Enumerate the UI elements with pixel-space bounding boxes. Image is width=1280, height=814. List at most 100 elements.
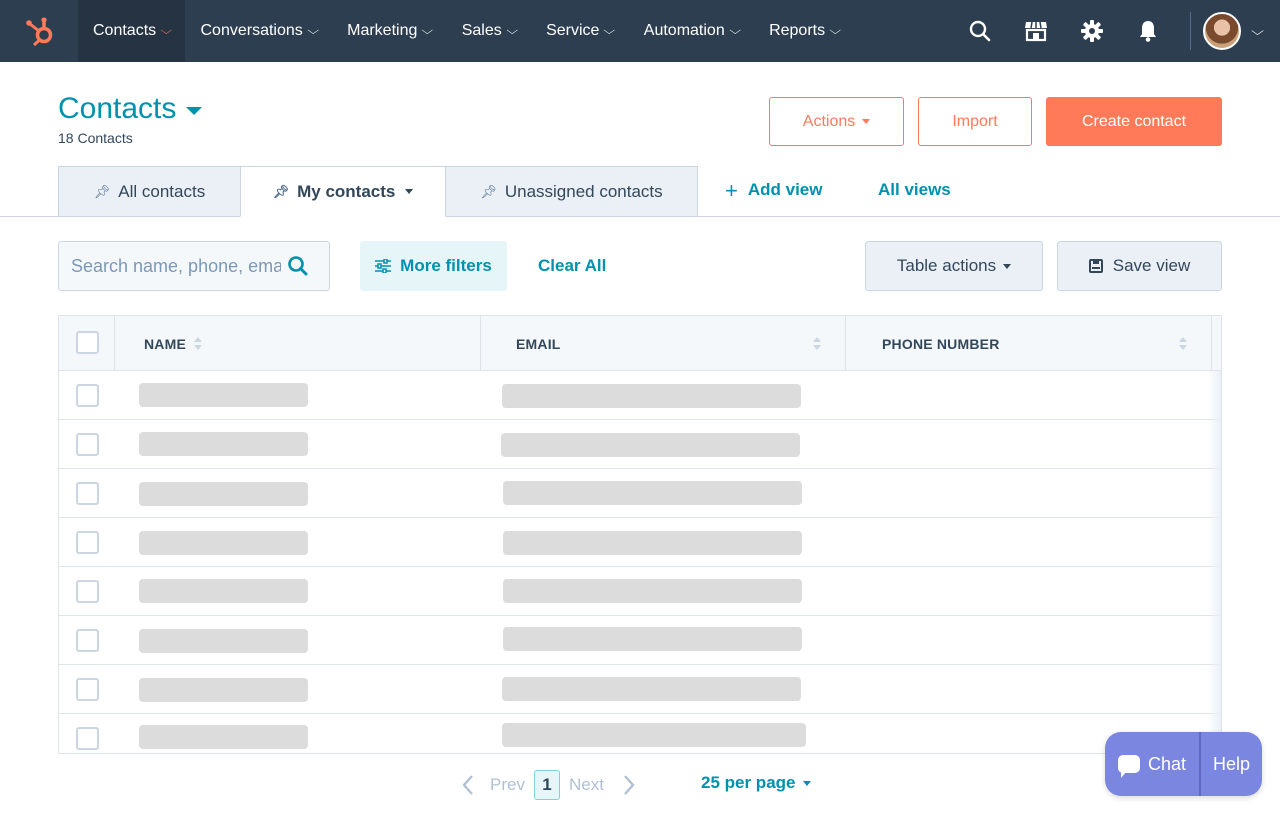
filter-icon xyxy=(375,259,392,273)
email-placeholder xyxy=(503,531,802,555)
column-header-phone-number[interactable]: PHONE NUMBER xyxy=(882,316,1187,371)
notifications-icon[interactable] xyxy=(1120,0,1176,62)
chevron-left-icon[interactable] xyxy=(462,774,474,796)
chevron-down-icon: ⌵ xyxy=(160,24,173,37)
nav-item-service[interactable]: Service ⌵ xyxy=(531,0,629,62)
nav-item-automation[interactable]: Automation ⌵ xyxy=(629,0,754,62)
nav-item-marketing[interactable]: Marketing ⌵ xyxy=(332,0,447,62)
name-placeholder xyxy=(139,531,308,555)
row-checkbox[interactable] xyxy=(76,580,99,603)
all-views-link[interactable]: All views xyxy=(878,180,951,200)
name-placeholder xyxy=(139,432,308,456)
help-button[interactable]: Help xyxy=(1201,732,1262,796)
sort-icon xyxy=(813,337,821,350)
actions-button[interactable]: Actions xyxy=(769,97,904,146)
name-placeholder xyxy=(139,678,308,702)
page-title[interactable]: Contacts xyxy=(58,92,203,126)
table-row xyxy=(59,518,1221,567)
tab-label: My contacts xyxy=(297,181,396,201)
column-header-name[interactable]: NAME xyxy=(144,316,203,371)
email-placeholder xyxy=(503,627,802,651)
tab-my-contacts[interactable]: 📌︎ My contacts xyxy=(240,166,446,217)
chevron-right-icon[interactable] xyxy=(623,774,635,796)
row-checkbox[interactable] xyxy=(76,384,99,407)
row-checkbox[interactable] xyxy=(76,727,99,750)
chat-widget: Chat Help xyxy=(1105,732,1262,796)
chevron-down-icon: ⌵ xyxy=(729,24,741,37)
nav-item-label: Automation xyxy=(643,22,725,39)
nav-item-contacts[interactable]: Contacts ⌵ xyxy=(78,0,186,62)
nav-item-label: Reports xyxy=(769,22,826,39)
caret-down-icon xyxy=(862,119,871,124)
sort-icon xyxy=(1179,337,1187,350)
row-checkbox[interactable] xyxy=(76,531,99,554)
pagination: Prev 1 Next xyxy=(462,770,635,800)
table-row xyxy=(59,714,1221,753)
email-placeholder xyxy=(502,677,801,701)
hubspot-logo-icon[interactable] xyxy=(0,0,78,62)
page-number-button[interactable]: 1 xyxy=(533,770,560,800)
tab-all-contacts[interactable]: 📌︎ All contacts xyxy=(58,166,241,217)
nav-item-label: Conversations xyxy=(200,22,303,39)
chat-label: Chat xyxy=(1147,753,1187,774)
chat-bubble-icon xyxy=(1117,755,1140,778)
table-row xyxy=(59,616,1221,665)
clear-all-link[interactable]: Clear All xyxy=(538,256,606,276)
create-contact-button[interactable]: Create contact xyxy=(1046,97,1222,146)
tab-unassigned-contacts[interactable]: 📌︎ Unassigned contacts xyxy=(445,166,698,217)
more-filters-button[interactable]: More filters xyxy=(360,241,507,291)
chat-button[interactable]: Chat xyxy=(1105,732,1199,796)
name-placeholder xyxy=(139,629,308,653)
column-header-email[interactable]: EMAIL xyxy=(516,316,821,371)
caret-down-icon xyxy=(802,780,811,786)
import-button[interactable]: Import xyxy=(918,97,1032,146)
name-placeholder xyxy=(139,383,308,407)
more-filters-label: More filters xyxy=(400,256,492,275)
table-row xyxy=(59,469,1221,518)
table-actions-button[interactable]: Table actions xyxy=(865,241,1043,291)
help-label: Help xyxy=(1212,753,1251,774)
chevron-down-icon: ⌵ xyxy=(421,24,434,37)
avatar[interactable] xyxy=(1202,12,1241,50)
chevron-down-icon: ⌵ xyxy=(829,24,842,37)
chevron-down-icon[interactable]: ⌵ xyxy=(1251,24,1264,39)
row-checkbox[interactable] xyxy=(76,678,99,701)
name-placeholder xyxy=(139,579,308,603)
row-checkbox[interactable] xyxy=(76,433,99,456)
column-header-label: PHONE NUMBER xyxy=(882,335,1000,352)
table-actions-label: Table actions xyxy=(896,256,997,275)
nav-item-conversations[interactable]: Conversations ⌵ xyxy=(185,0,332,62)
search-icon[interactable] xyxy=(287,255,309,277)
search-icon[interactable] xyxy=(952,0,1008,62)
column-divider xyxy=(480,316,481,371)
sort-icon xyxy=(194,337,203,350)
save-view-button[interactable]: Save view xyxy=(1057,241,1222,291)
pin-icon: 📌︎ xyxy=(272,183,290,199)
row-checkbox[interactable] xyxy=(76,629,99,652)
add-view-label: Add view xyxy=(747,180,823,199)
table-row xyxy=(59,371,1221,420)
per-page-dropdown[interactable]: 25 per page xyxy=(701,773,811,793)
settings-icon[interactable] xyxy=(1064,0,1120,62)
nav-item-reports[interactable]: Reports ⌵ xyxy=(754,0,854,62)
column-header-label: EMAIL xyxy=(516,335,561,352)
marketplace-icon[interactable] xyxy=(1008,0,1064,62)
column-divider xyxy=(114,316,115,371)
next-page-button[interactable]: Next xyxy=(569,775,604,795)
row-checkbox[interactable] xyxy=(76,482,99,505)
table-header: NAME EMAIL PHONE NUMBER xyxy=(59,316,1221,371)
table-row xyxy=(59,420,1221,469)
add-view-link[interactable]: + Add view xyxy=(725,179,823,201)
search-input[interactable] xyxy=(71,255,281,277)
save-icon xyxy=(1088,259,1103,273)
caret-down-icon xyxy=(1003,263,1012,269)
select-all-checkbox[interactable] xyxy=(76,331,99,354)
name-placeholder xyxy=(139,482,308,506)
prev-page-button[interactable]: Prev xyxy=(490,775,525,795)
name-placeholder xyxy=(139,725,308,749)
email-placeholder xyxy=(502,384,801,408)
nav-item-label: Contacts xyxy=(93,22,157,39)
nav-item-sales[interactable]: Sales ⌵ xyxy=(447,0,531,62)
caret-down-icon[interactable] xyxy=(405,189,414,194)
nav-divider xyxy=(1189,12,1191,50)
